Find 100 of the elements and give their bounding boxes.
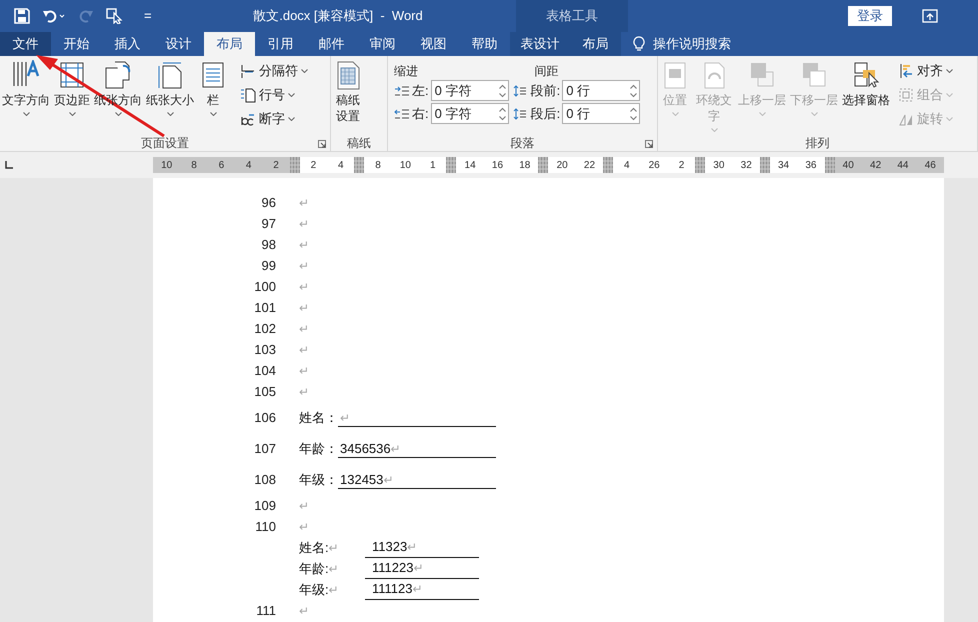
field-label: 左: bbox=[412, 82, 429, 100]
group-icon bbox=[898, 87, 914, 103]
column-marker-icon[interactable] bbox=[695, 157, 706, 173]
line-number: 102 bbox=[253, 320, 276, 338]
touch-mode-icon[interactable] bbox=[106, 8, 124, 24]
section-label: 缩进 bbox=[394, 63, 419, 79]
cell-end-mark: ↵ bbox=[328, 582, 339, 598]
spin-arrows-icon bbox=[498, 106, 506, 120]
ribbon-tab[interactable]: 插入 bbox=[102, 32, 153, 56]
field-label: 段前: bbox=[530, 82, 560, 100]
ribbon-tab[interactable]: 布局 bbox=[204, 32, 255, 56]
ribbon-button[interactable]: 稿纸设置 bbox=[331, 60, 365, 124]
ruler-number: 10 bbox=[153, 157, 180, 173]
line-number: 107 bbox=[253, 440, 276, 458]
dialog-launcher-icon[interactable] bbox=[318, 140, 326, 148]
line-number: 99 bbox=[260, 256, 276, 275]
paragraph-mark: ↵ bbox=[299, 320, 309, 338]
ruler-number: 2 bbox=[262, 157, 290, 173]
ribbon-tab[interactable]: 设计 bbox=[153, 32, 204, 56]
fill-in-line: ↵ bbox=[338, 408, 496, 426]
save-icon[interactable] bbox=[14, 8, 30, 24]
spinner-field[interactable]: 0 行 bbox=[562, 80, 640, 101]
ribbon-button[interactable]: 断字 bbox=[240, 108, 308, 130]
line-number: 108 bbox=[253, 470, 276, 489]
spacing-icon bbox=[512, 108, 529, 120]
paragraph-mark: ↵ bbox=[299, 362, 309, 380]
section-label: 间距 bbox=[534, 63, 560, 79]
fill-in-line: 3456536↵ bbox=[338, 440, 496, 458]
dialog-launcher-icon[interactable] bbox=[645, 140, 653, 148]
ribbon-button[interactable]: 选择窗格 bbox=[840, 60, 892, 108]
spinner-field[interactable]: 0 字符 bbox=[430, 103, 509, 124]
tab-selector-icon[interactable] bbox=[5, 161, 13, 169]
column-marker-icon[interactable] bbox=[760, 157, 770, 173]
cell-end-mark: ↵ bbox=[328, 540, 339, 556]
ribbon-tab[interactable]: 文件 bbox=[0, 32, 51, 56]
breaks-icon bbox=[240, 63, 256, 79]
spinner-field[interactable]: 0 字符 bbox=[430, 80, 509, 101]
ribbon-display-icon[interactable] bbox=[922, 8, 938, 24]
field-label: 姓名： bbox=[299, 408, 338, 427]
ribbon-tab[interactable]: 邮件 bbox=[306, 32, 357, 56]
paragraph-mark: ↵ bbox=[299, 278, 309, 296]
redo-icon bbox=[78, 8, 94, 24]
undo-icon[interactable] bbox=[42, 8, 66, 24]
table-cell-label: 年龄: bbox=[299, 560, 329, 578]
line-number: 110 bbox=[254, 518, 276, 536]
tell-me-search[interactable]: 操作说明搜索 bbox=[653, 34, 731, 54]
ribbon-button[interactable]: 纸张大小 bbox=[144, 60, 196, 116]
indent-icon bbox=[394, 108, 410, 120]
underlined-cell: 111123↵ bbox=[365, 579, 479, 600]
sign-in-button[interactable]: 登录 bbox=[848, 6, 892, 26]
ribbon-tab[interactable]: 表设计 bbox=[510, 32, 570, 56]
column-marker-icon[interactable] bbox=[446, 157, 456, 173]
ribbon-button[interactable]: 页边距 bbox=[52, 60, 92, 116]
column-marker-icon[interactable] bbox=[603, 157, 614, 173]
underlined-cell: 11323↵ bbox=[365, 537, 479, 558]
field-label: 右: bbox=[412, 104, 429, 123]
line-number: 103 bbox=[253, 340, 276, 359]
column-marker-icon[interactable] bbox=[290, 157, 300, 173]
ribbon-button[interactable]: 对齐 bbox=[898, 60, 953, 82]
ribbon-button[interactable]: 行号 bbox=[240, 84, 308, 106]
ribbon-tab[interactable]: 审阅 bbox=[357, 32, 408, 56]
underlined-cell: 111223↵ bbox=[365, 558, 479, 579]
paragraph-mark: ↵ bbox=[299, 258, 309, 274]
line-number: 111 bbox=[255, 602, 276, 620]
ruler-number: 6 bbox=[208, 157, 236, 173]
orientation-icon bbox=[103, 60, 133, 90]
column-marker-icon[interactable] bbox=[354, 157, 364, 173]
paragraph-mark: ↵ bbox=[299, 518, 309, 536]
ruler-number: 8 bbox=[180, 157, 208, 173]
ribbon-tab[interactable]: 视图 bbox=[408, 32, 459, 56]
ruler-number: 44 bbox=[889, 157, 917, 173]
ribbon-tab[interactable]: 引用 bbox=[255, 32, 306, 56]
ribbon-button[interactable]: 分隔符 bbox=[240, 60, 308, 82]
paragraph-mark: ↵ bbox=[299, 498, 309, 514]
ruler-number: 42 bbox=[862, 157, 890, 173]
ribbon-tab[interactable]: 帮助 bbox=[459, 32, 510, 56]
paragraph-mark: ↵ bbox=[299, 342, 309, 358]
paragraph-mark: ↵ bbox=[299, 602, 309, 620]
ribbon-tab[interactable]: 布局 bbox=[570, 32, 621, 56]
context-tab-header: 表格工具 bbox=[516, 0, 628, 32]
align-icon bbox=[898, 63, 914, 79]
ribbon-tab[interactable]: 开始 bbox=[51, 32, 102, 56]
group-label: 段落 bbox=[510, 135, 534, 152]
ruler-number: 4 bbox=[235, 157, 262, 173]
ribbon-button[interactable]: 栏 bbox=[196, 60, 230, 116]
ruler-number: 40 bbox=[834, 157, 862, 173]
spacing-icon bbox=[512, 84, 529, 96]
line-number: 97 bbox=[260, 214, 276, 233]
customize-toolbar-button[interactable]: = bbox=[144, 6, 152, 26]
column-marker-icon[interactable] bbox=[824, 157, 835, 173]
lightbulb-icon bbox=[633, 36, 645, 52]
ribbon-button[interactable]: 文字方向 bbox=[0, 60, 52, 116]
column-marker-icon[interactable] bbox=[538, 157, 548, 173]
line-number: 106 bbox=[253, 408, 276, 427]
horizontal-ruler[interactable]: 10 8 6 4 2 2 4 8 10 1 14 16 18 20 22 4 26 2 30 32 34 36 40 42 44 46 bbox=[153, 157, 944, 173]
spinner-field[interactable]: 0 行 bbox=[562, 103, 640, 124]
line-number: 104 bbox=[253, 362, 276, 380]
window-title: 散文.docx [兼容模式] - Word bbox=[252, 7, 424, 26]
fill-in-line: 132453↵ bbox=[338, 470, 496, 488]
paragraph-mark: ↵ bbox=[299, 384, 309, 400]
